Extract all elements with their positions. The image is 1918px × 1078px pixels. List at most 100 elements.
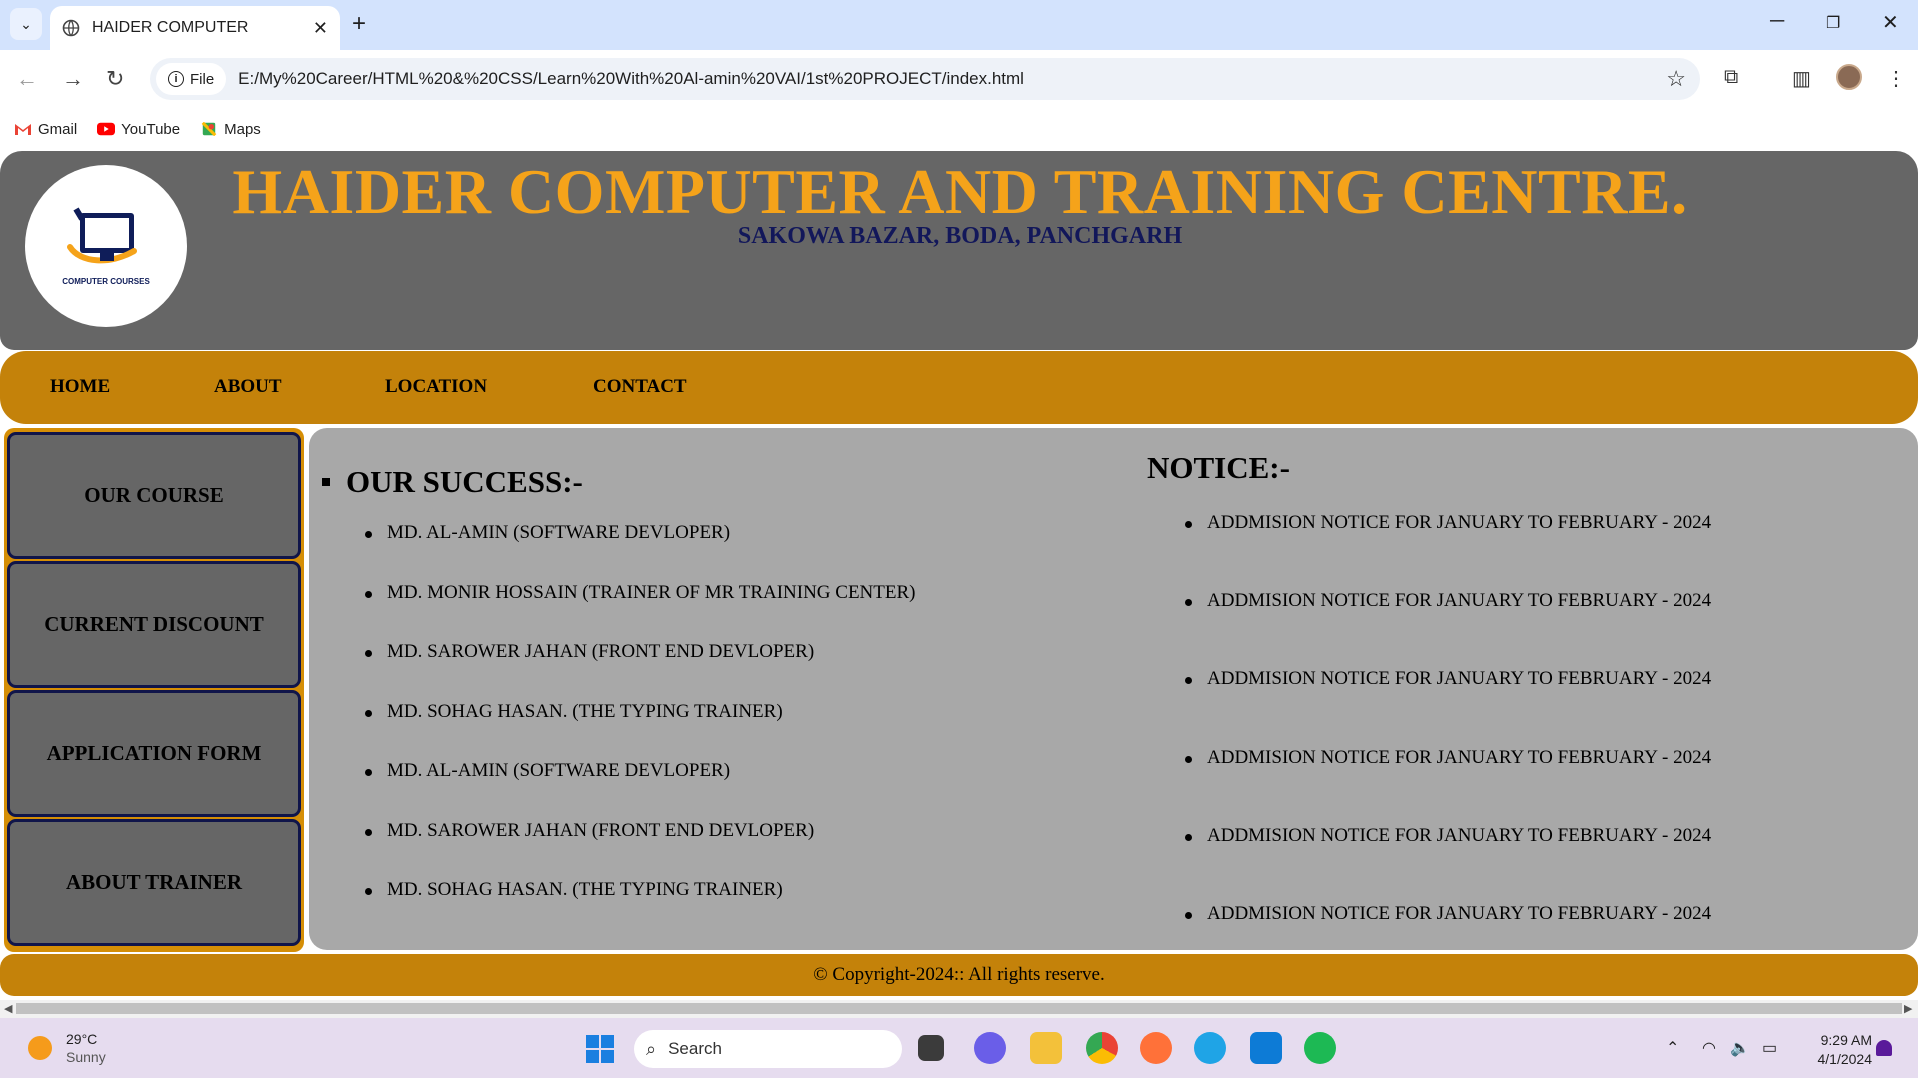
url-text[interactable]: E:/My%20Career/HTML%20&%20CSS/Learn%20Wi… [238, 69, 1666, 89]
teams-chat-icon[interactable] [974, 1032, 1006, 1064]
nav-location[interactable]: LOCATION [385, 376, 487, 398]
gmail-icon [15, 124, 31, 135]
nav-about[interactable]: ABOUT [214, 376, 282, 398]
bookmark-star-icon[interactable]: ☆ [1666, 66, 1686, 92]
taskbar-search[interactable]: ⌕ Search [634, 1030, 902, 1068]
tab-search-dropdown-icon[interactable]: ⌄ [10, 8, 42, 40]
forward-icon[interactable]: → [62, 66, 84, 92]
back-icon[interactable]: ← [16, 66, 38, 92]
sun-icon [28, 1036, 52, 1060]
list-item: MD. MONIR HOSSAIN (TRAINER OF MR TRAININ… [365, 582, 916, 642]
edge-icon[interactable] [1194, 1032, 1226, 1064]
bullet-icon [365, 590, 372, 598]
bullet-icon [1185, 521, 1192, 528]
wifi-icon[interactable]: ◠ [1702, 1038, 1716, 1058]
tab-close-icon[interactable]: ✕ [313, 18, 328, 39]
spotify-icon[interactable] [1304, 1032, 1336, 1064]
main-content: OUR SUCCESS:- MD. AL-AMIN (SOFTWARE DEVL… [309, 428, 1918, 950]
minimize-icon[interactable]: ─ [1770, 10, 1784, 33]
horizontal-scrollbar[interactable]: ◀ ▶ [0, 1000, 1918, 1018]
nav-home[interactable]: HOME [50, 376, 110, 398]
nav-contact[interactable]: CONTACT [593, 376, 687, 398]
bookmark-label: Gmail [38, 120, 78, 138]
profile-avatar[interactable] [1836, 64, 1862, 90]
bullet-icon [365, 828, 372, 836]
bullet-icon [1185, 755, 1192, 763]
web-page: COMPUTER COURSES HAIDER COMPUTER AND TRA… [0, 150, 1918, 1000]
tray-overflow-icon[interactable]: ⌃ [1666, 1038, 1679, 1058]
notice-list: ADDMISION NOTICE FOR JANUARY TO FEBRUARY… [1185, 512, 1711, 981]
sidebar: OUR COURSE CURRENT DISCOUNT APPLICATION … [4, 428, 304, 952]
site-footer: © Copyright-2024:: All rights reserve. [0, 954, 1918, 996]
task-view-icon[interactable] [918, 1035, 944, 1061]
bullet-icon [365, 769, 372, 776]
logo-text: COMPUTER COURSES [62, 276, 150, 286]
main-nav: HOME ABOUT LOCATION CONTACT [0, 351, 1918, 424]
bullet-icon [365, 531, 372, 538]
url-scheme-label: File [190, 70, 215, 88]
clock-time: 9:29 AM [1820, 1032, 1872, 1048]
list-item: MD. AL-AMIN (SOFTWARE DEVLOPER) [365, 522, 916, 582]
firefox-icon[interactable] [1140, 1032, 1172, 1064]
browser-toolbar: ← → ↻ i File E:/My%20Career/HTML%20&%20C… [0, 50, 1918, 108]
bullet-icon [1185, 599, 1192, 607]
weather-condition: Sunny [66, 1049, 106, 1065]
bullet-icon [1185, 833, 1192, 841]
weather-temperature: 29°C [66, 1031, 98, 1047]
list-item: MD. SOHAG HASAN. (THE TYPING TRAINER) [365, 701, 916, 761]
browser-tab[interactable]: HAIDER COMPUTER ✕ [50, 6, 340, 50]
bullet-icon [365, 650, 372, 657]
list-item: MD. SAROWER JAHAN (FRONT END DEVLOPER) [365, 641, 916, 701]
file-explorer-icon[interactable] [1030, 1032, 1062, 1064]
bullet-icon [365, 709, 372, 717]
tab-title: HAIDER COMPUTER [92, 19, 249, 36]
success-heading-text: OUR SUCCESS:- [346, 464, 583, 499]
sidebar-item-about-trainer[interactable]: ABOUT TRAINER [7, 819, 301, 946]
vscode-icon[interactable] [1250, 1032, 1282, 1064]
scrollbar-thumb[interactable] [16, 1003, 1902, 1014]
bookmark-youtube[interactable]: YouTube [97, 121, 180, 138]
bullet-icon [1185, 677, 1192, 685]
extensions-icon[interactable]: ⧉ [1724, 66, 1738, 89]
taskbar-clock[interactable]: 9:29 AM 4/1/2024 [1800, 1031, 1873, 1069]
list-item: MD. SOHAG HASAN. (THE TYPING TRAINER) [365, 879, 916, 939]
bookmark-gmail[interactable]: Gmail [14, 121, 77, 138]
bookmark-maps[interactable]: Maps [200, 121, 261, 138]
menu-kebab-icon[interactable]: ⋮ [1886, 66, 1906, 91]
list-item-text: MD. SAROWER JAHAN (FRONT END DEVLOPER) [387, 819, 815, 841]
new-tab-icon[interactable]: + [352, 12, 366, 36]
list-item: ADDMISION NOTICE FOR JANUARY TO FEBRUARY… [1185, 747, 1711, 825]
list-item-text: ADDMISION NOTICE FOR JANUARY TO FEBRUARY… [1207, 824, 1712, 846]
list-item-text: ADDMISION NOTICE FOR JANUARY TO FEBRUARY… [1207, 902, 1712, 924]
bookmarks-bar: Gmail YouTube Maps [0, 108, 1918, 150]
list-item: ADDMISION NOTICE FOR JANUARY TO FEBRUARY… [1185, 668, 1711, 746]
list-item: MD. AL-AMIN (SOFTWARE DEVLOPER) [365, 760, 916, 820]
side-panel-icon[interactable]: ▥ [1792, 66, 1811, 91]
globe-icon [62, 19, 80, 37]
chrome-icon[interactable] [1086, 1032, 1118, 1064]
volume-icon[interactable]: 🔈 [1730, 1038, 1750, 1058]
sidebar-item-current-discount[interactable]: CURRENT DISCOUNT [7, 561, 301, 688]
site-subtitle: SAKOWA BAZAR, BODA, PANCHGARH [737, 223, 1183, 249]
restore-icon[interactable]: ❐ [1826, 13, 1840, 33]
sidebar-item-our-course[interactable]: OUR COURSE [7, 432, 301, 559]
address-bar[interactable]: i File E:/My%20Career/HTML%20&%20CSS/Lea… [150, 58, 1700, 100]
reload-icon[interactable]: ↻ [106, 66, 124, 92]
scroll-right-icon[interactable]: ▶ [1904, 1002, 1912, 1015]
battery-icon[interactable]: ▭ [1762, 1038, 1777, 1058]
site-info-chip[interactable]: i File [156, 63, 227, 95]
bullet-icon [365, 888, 372, 895]
close-window-icon[interactable]: ✕ [1882, 10, 1899, 35]
site-header: COMPUTER COURSES HAIDER COMPUTER AND TRA… [0, 151, 1918, 350]
windows-start-icon[interactable] [586, 1035, 614, 1063]
list-item: ADDMISION NOTICE FOR JANUARY TO FEBRUARY… [1185, 512, 1711, 590]
sidebar-item-application-form[interactable]: APPLICATION FORM [7, 690, 301, 817]
list-item: MD. SAROWER JAHAN (FRONT END DEVLOPER) [365, 820, 916, 880]
list-item-text: MD. SOHAG HASAN. (THE TYPING TRAINER) [387, 700, 783, 722]
scroll-left-icon[interactable]: ◀ [4, 1002, 12, 1015]
bullet-icon [1185, 911, 1192, 919]
site-title: HAIDER COMPUTER AND TRAINING CENTRE. [232, 156, 1688, 227]
notification-bell-icon[interactable] [1876, 1040, 1892, 1056]
weather-widget[interactable]: 29°C Sunny [28, 1030, 106, 1066]
list-item-text: ADDMISION NOTICE FOR JANUARY TO FEBRUARY… [1207, 668, 1712, 690]
